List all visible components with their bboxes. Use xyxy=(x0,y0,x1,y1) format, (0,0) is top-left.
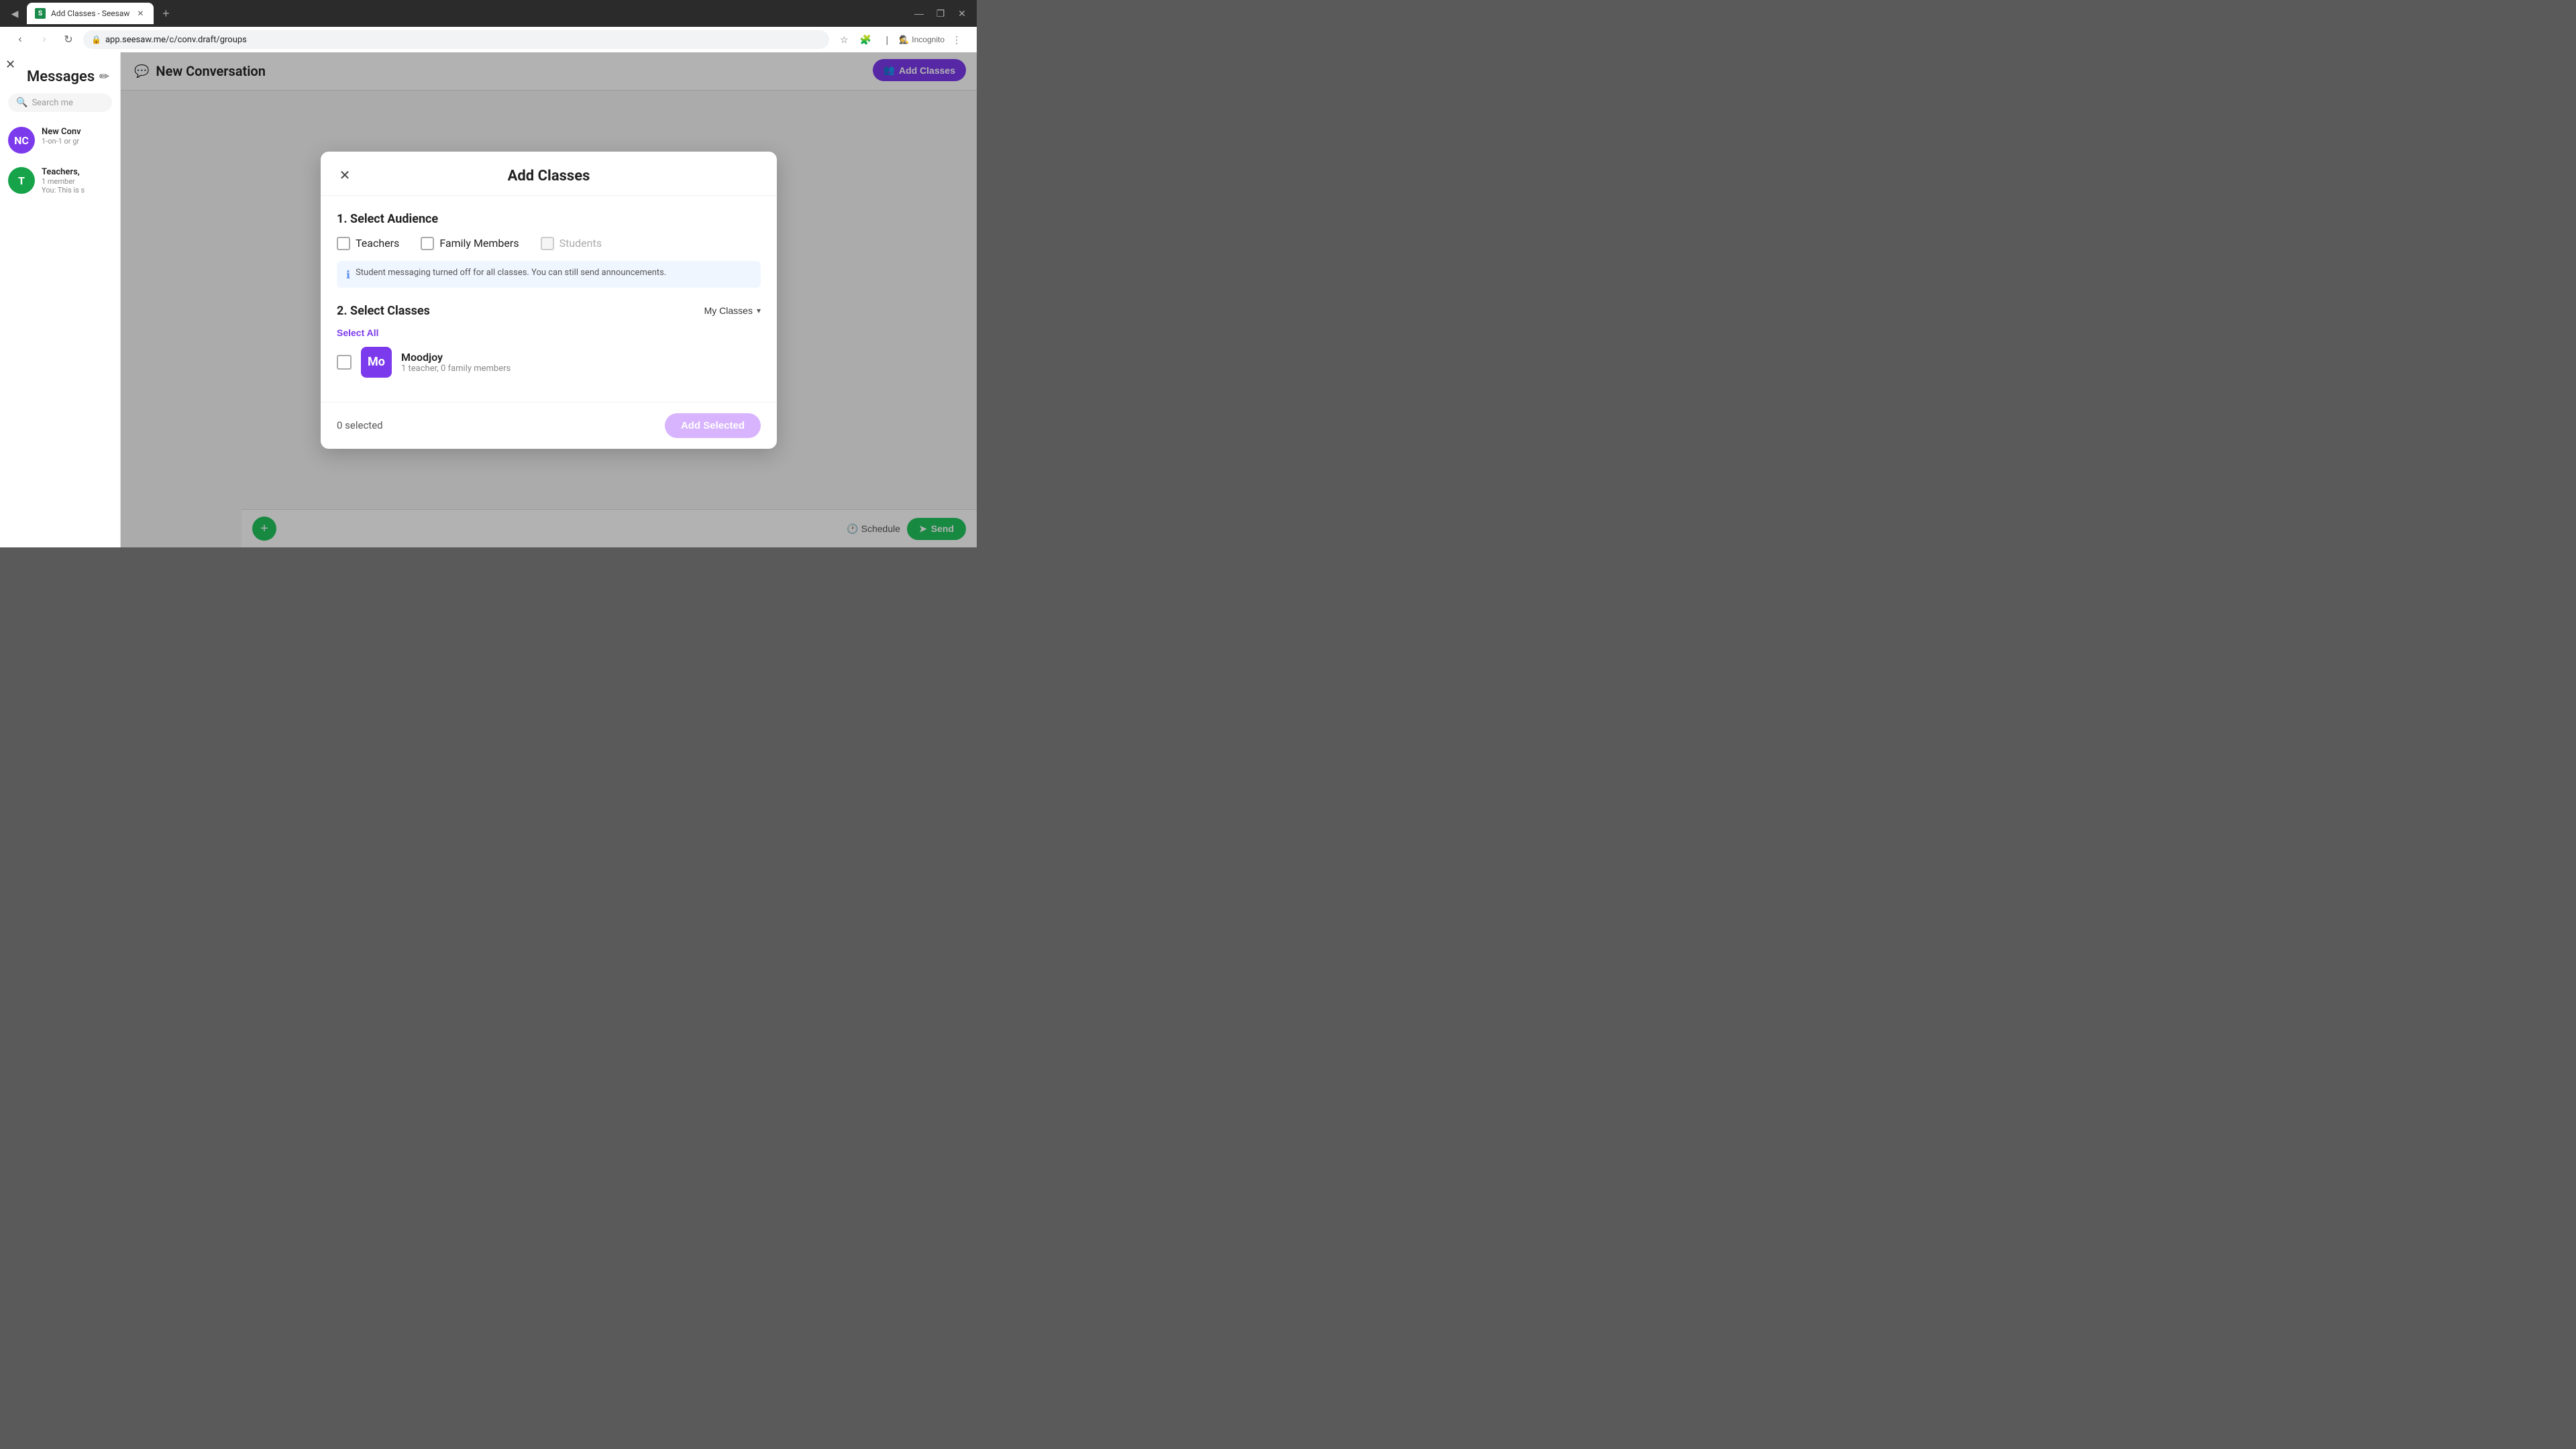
info-box: ℹ Student messaging turned off for all c… xyxy=(337,261,761,288)
browser-chrome: ◀ S Add Classes - Seesaw ✕ + — ❐ ✕ ‹ › ↻… xyxy=(0,0,977,52)
tab-bar: ◀ S Add Classes - Seesaw ✕ + — ❐ ✕ xyxy=(0,0,977,27)
audience-option-teachers[interactable]: Teachers xyxy=(337,237,399,250)
profile-button[interactable]: | xyxy=(877,30,896,49)
refresh-button[interactable]: ↻ xyxy=(59,30,78,49)
search-placeholder: Search me xyxy=(32,98,72,108)
tab-favicon: S xyxy=(35,8,46,19)
audience-option-family[interactable]: Family Members xyxy=(421,237,519,250)
active-tab: S Add Classes - Seesaw ✕ xyxy=(27,3,154,24)
sidebar-header: Messages ✏ xyxy=(0,63,120,93)
lock-icon: 🔒 xyxy=(91,35,101,44)
incognito-button[interactable]: 🕵 Incognito xyxy=(899,35,945,44)
app-area: ✕ Messages ✏ 🔍 Search me NC New Conv 1-o… xyxy=(0,52,977,547)
main-content: 💬 New Conversation 👥 Add Classes + 🕐 Sch… xyxy=(121,52,977,547)
modal-header: ✕ Add Classes xyxy=(321,152,777,196)
messages-title: Messages xyxy=(27,68,95,85)
tab-title: Add Classes - Seesaw xyxy=(51,9,129,18)
search-bar[interactable]: 🔍 Search me xyxy=(8,93,112,112)
class-checkbox[interactable] xyxy=(337,355,352,370)
address-bar: ‹ › ↻ 🔒 app.seesaw.me/c/conv.draft/group… xyxy=(0,27,977,52)
maximize-button[interactable]: ❐ xyxy=(931,4,950,23)
teachers-checkbox[interactable] xyxy=(337,237,350,250)
modal-overlay: ✕ Add Classes 1. Select Audience Teacher… xyxy=(121,52,977,547)
close-window-button[interactable]: ✕ xyxy=(953,4,971,23)
conv-name: New Conv xyxy=(42,127,112,137)
back-button[interactable]: ‹ xyxy=(11,30,30,49)
url-text: app.seesaw.me/c/conv.draft/groups xyxy=(105,35,247,45)
tab-nav-left[interactable]: ◀ xyxy=(5,4,24,23)
modal-body: 1. Select Audience Teachers Family Membe… xyxy=(321,196,777,402)
menu-button[interactable]: ⋮ xyxy=(947,30,966,49)
audience-option-students: Students xyxy=(541,237,602,250)
conversation-info: New Conv 1-on-1 or gr xyxy=(42,127,112,146)
avatar: T xyxy=(8,167,35,194)
class-avatar: Mo xyxy=(361,347,392,378)
search-icon: 🔍 xyxy=(16,97,28,108)
conversation-item[interactable]: T Teachers, 1 member You: This is s xyxy=(0,160,120,201)
family-label: Family Members xyxy=(439,237,519,250)
select-classes-header: 2. Select Classes My Classes ▾ xyxy=(337,304,761,318)
info-icon: ℹ xyxy=(346,268,350,281)
conv-name: Teachers, xyxy=(42,167,112,177)
conv-preview: You: This is s xyxy=(42,186,112,195)
family-checkbox[interactable] xyxy=(421,237,434,250)
browser-actions: ☆ 🧩 | 🕵 Incognito ⋮ xyxy=(835,30,966,49)
students-checkbox xyxy=(541,237,554,250)
add-selected-button[interactable]: Add Selected xyxy=(665,413,761,438)
url-box[interactable]: 🔒 app.seesaw.me/c/conv.draft/groups xyxy=(83,30,829,49)
my-classes-label: My Classes xyxy=(704,305,753,316)
my-classes-dropdown[interactable]: My Classes ▾ xyxy=(704,305,761,316)
minimize-button[interactable]: — xyxy=(910,4,928,23)
bookmark-button[interactable]: ☆ xyxy=(835,30,853,49)
modal-close-button[interactable]: ✕ xyxy=(334,165,356,186)
class-info: Moodjoy 1 teacher, 0 family members xyxy=(401,351,761,374)
conv-subtitle: 1-on-1 or gr xyxy=(42,137,112,146)
selected-count: 0 selected xyxy=(337,419,383,431)
conversation-item[interactable]: NC New Conv 1-on-1 or gr xyxy=(0,120,120,160)
conversation-info: Teachers, 1 member You: This is s xyxy=(42,167,112,195)
chevron-down-icon: ▾ xyxy=(757,306,761,315)
sidebar-close-button[interactable]: ✕ xyxy=(5,58,15,72)
tab-close-button[interactable]: ✕ xyxy=(135,8,146,19)
forward-button[interactable]: › xyxy=(35,30,54,49)
new-tab-button[interactable]: + xyxy=(156,4,175,23)
modal-title: Add Classes xyxy=(508,168,590,184)
section2-title: 2. Select Classes xyxy=(337,304,430,318)
teachers-label: Teachers xyxy=(356,237,399,250)
avatar: NC xyxy=(8,127,35,154)
students-label: Students xyxy=(559,237,602,250)
compose-button[interactable]: ✏ xyxy=(99,70,109,84)
class-name: Moodjoy xyxy=(401,351,761,364)
conv-subtitle: 1 member xyxy=(42,177,112,186)
modal-footer: 0 selected Add Selected xyxy=(321,402,777,449)
section1-title: 1. Select Audience xyxy=(337,212,761,226)
info-text: Student messaging turned off for all cla… xyxy=(356,268,666,278)
class-description: 1 teacher, 0 family members xyxy=(401,364,761,374)
sidebar: ✕ Messages ✏ 🔍 Search me NC New Conv 1-o… xyxy=(0,52,121,547)
extensions-button[interactable]: 🧩 xyxy=(856,30,875,49)
audience-options: Teachers Family Members Students xyxy=(337,237,761,250)
class-item: Mo Moodjoy 1 teacher, 0 family members xyxy=(337,339,761,386)
add-classes-modal: ✕ Add Classes 1. Select Audience Teacher… xyxy=(321,152,777,449)
select-all-button[interactable]: Select All xyxy=(337,327,379,338)
